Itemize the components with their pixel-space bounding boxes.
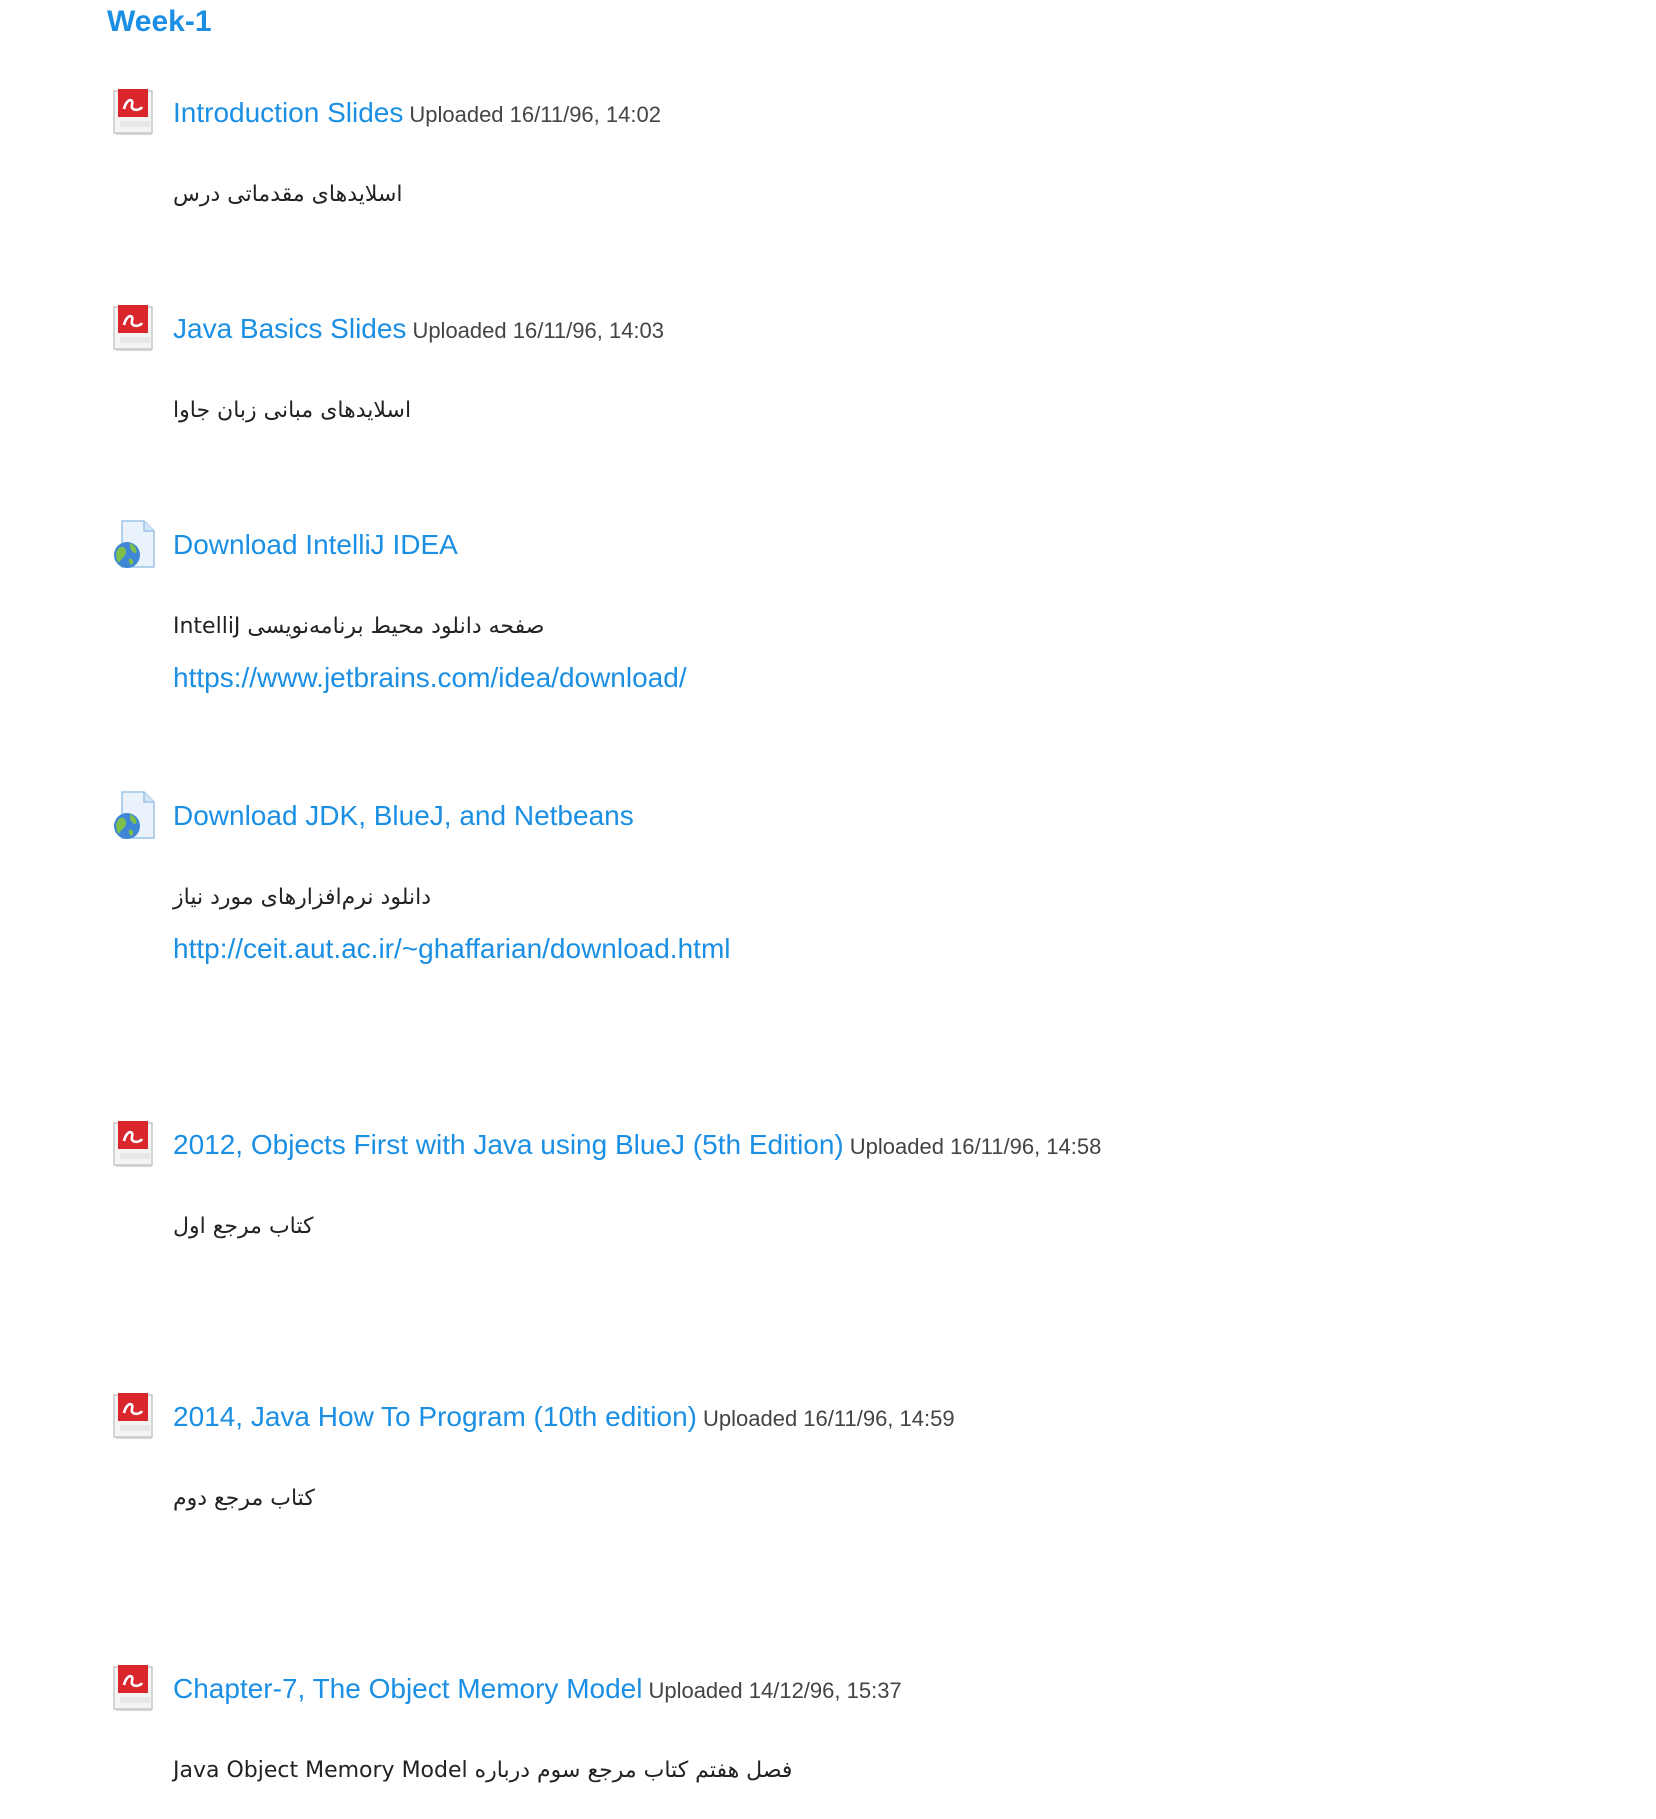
external-url-link[interactable]: http://ceit.aut.ac.ir/~ghaffarian/downlo… xyxy=(173,933,730,965)
activity-description: صفحه دانلود محیط برنامه‌نویسی IntelliJ xyxy=(173,614,545,639)
pdf-icon[interactable] xyxy=(112,87,160,139)
activity-link[interactable]: Download IntelliJ IDEA xyxy=(173,529,458,560)
activity-item: Download JDK, BlueJ, and Netbeans دانلود… xyxy=(112,790,1562,964)
pdf-icon[interactable] xyxy=(112,303,160,355)
activity-item: Introduction Slides Uploaded 16/11/96, 14… xyxy=(112,87,1562,207)
activity-line: Java Basics Slides Uploaded 16/11/96, 14:… xyxy=(173,313,664,345)
activity-header: 2014, Java How To Program (10th edition)… xyxy=(112,1391,1562,1443)
upload-info: Uploaded 16/11/96, 14:02 xyxy=(409,102,661,127)
activity-item: Download IntelliJ IDEA صفحه دانلود محیط … xyxy=(112,519,1562,693)
activity-item: Java Basics Slides Uploaded 16/11/96, 14:… xyxy=(112,303,1562,423)
pdf-icon[interactable] xyxy=(112,1391,160,1443)
activity-header: Chapter-7, The Object Memory Model Upload… xyxy=(112,1663,1562,1715)
activity-line: 2012, Objects First with Java using Blue… xyxy=(173,1129,1101,1161)
upload-info: Uploaded 14/12/96, 15:37 xyxy=(648,1678,902,1703)
upload-info: Uploaded 16/11/96, 14:03 xyxy=(412,318,665,343)
activity-item: Chapter-7, The Object Memory Model Upload… xyxy=(112,1663,1562,1783)
external-url-link[interactable]: https://www.jetbrains.com/idea/download/ xyxy=(173,662,687,694)
activity-description: کتاب مرجع دوم xyxy=(173,1486,315,1511)
activity-description: اسلایدهای مقدماتی درس xyxy=(173,182,403,207)
activity-link[interactable]: Java Basics Slides xyxy=(173,313,406,344)
activity-header: Download IntelliJ IDEA xyxy=(112,519,1562,571)
upload-info: Uploaded 16/11/96, 14:58 xyxy=(849,1134,1102,1159)
pdf-icon[interactable] xyxy=(112,1119,160,1171)
activity-line: Introduction Slides Uploaded 16/11/96, 14… xyxy=(173,97,661,129)
activity-header: Download JDK, BlueJ, and Netbeans xyxy=(112,790,1562,842)
activity-link[interactable]: Chapter-7, The Object Memory Model xyxy=(173,1673,642,1704)
activity-description: اسلایدهای مبانی زبان جاوا xyxy=(173,398,412,423)
activity-line: Chapter-7, The Object Memory Model Upload… xyxy=(173,1673,902,1705)
activity-description: دانلود نرم‌افزارهای مورد نیاز xyxy=(173,885,432,910)
pdf-icon[interactable] xyxy=(112,1663,160,1715)
activity-line: Download JDK, BlueJ, and Netbeans xyxy=(173,800,634,832)
activity-link[interactable]: 2012, Objects First with Java using Blue… xyxy=(173,1129,844,1160)
web-link-icon[interactable] xyxy=(112,790,160,842)
activity-description: کتاب مرجع اول xyxy=(173,1214,314,1239)
section-title: Week-1 xyxy=(107,5,212,38)
web-link-icon[interactable] xyxy=(112,519,160,571)
activity-item: 2014, Java How To Program (10th edition)… xyxy=(112,1391,1562,1511)
activity-header: 2012, Objects First with Java using Blue… xyxy=(112,1119,1562,1171)
activity-link[interactable]: 2014, Java How To Program (10th edition) xyxy=(173,1401,697,1432)
activity-line: Download IntelliJ IDEA xyxy=(173,529,458,561)
upload-info: Uploaded 16/11/96, 14:59 xyxy=(703,1406,955,1431)
activity-item: 2012, Objects First with Java using Blue… xyxy=(112,1119,1562,1239)
activity-description: فصل هفتم کتاب مرجع سوم درباره Java Objec… xyxy=(173,1758,793,1783)
activity-header: Introduction Slides Uploaded 16/11/96, 14… xyxy=(112,87,1562,139)
activity-link[interactable]: Introduction Slides xyxy=(173,97,403,128)
activity-line: 2014, Java How To Program (10th edition)… xyxy=(173,1401,955,1433)
activity-link[interactable]: Download JDK, BlueJ, and Netbeans xyxy=(173,800,634,831)
activity-header: Java Basics Slides Uploaded 16/11/96, 14:… xyxy=(112,303,1562,355)
